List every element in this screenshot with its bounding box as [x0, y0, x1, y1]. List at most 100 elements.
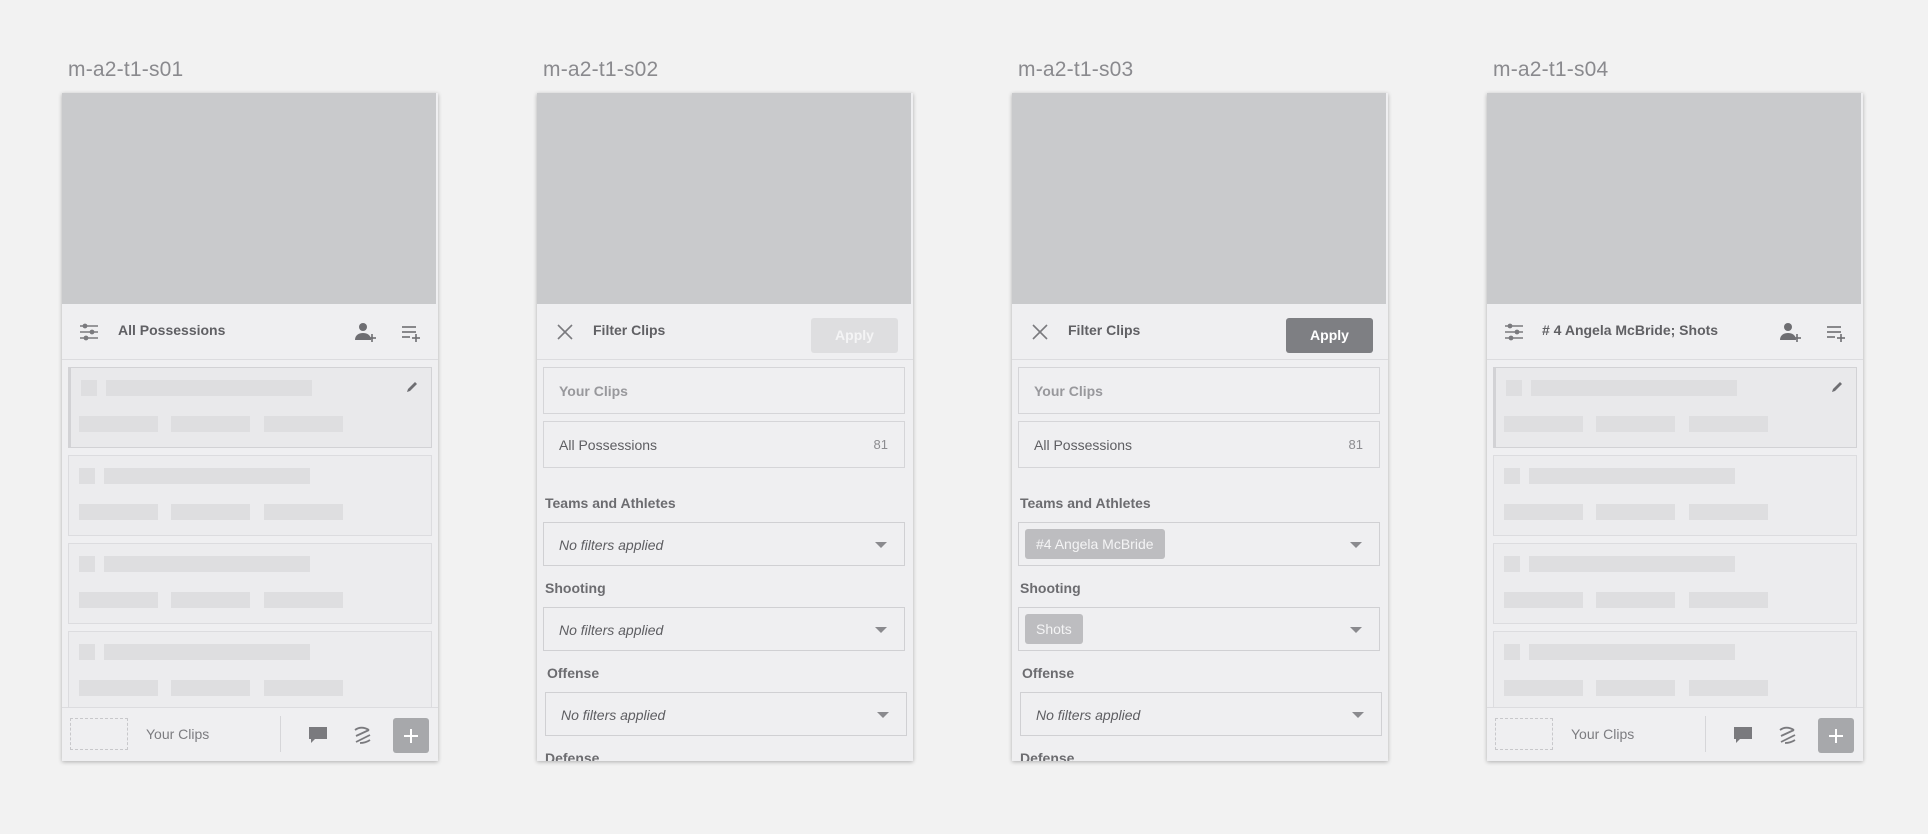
clip-title-placeholder	[104, 468, 310, 484]
playlist-add-icon[interactable]	[400, 321, 422, 343]
chevron-down-icon	[1350, 542, 1362, 548]
chevron-down-icon	[877, 712, 889, 718]
clip-checkbox[interactable]	[79, 644, 95, 660]
dropdown-value: No filters applied	[561, 707, 666, 723]
offense-dropdown[interactable]: No filters applied	[1020, 692, 1382, 736]
video-player[interactable]	[1012, 93, 1386, 304]
video-player[interactable]	[537, 93, 911, 304]
your-clips-label[interactable]: Your Clips	[146, 726, 209, 742]
offense-dropdown[interactable]: No filters applied	[545, 692, 907, 736]
add-button[interactable]	[1818, 718, 1854, 753]
bottom-bar: Your Clips	[62, 707, 438, 761]
screen-label: m-a2-t1-s04	[1493, 58, 1609, 81]
section-title: Defense	[1020, 750, 1075, 761]
clip-tag-placeholder	[1504, 416, 1583, 432]
pencil-icon[interactable]	[405, 380, 419, 394]
video-player[interactable]	[62, 93, 436, 304]
your-clips-label[interactable]: Your Clips	[1571, 726, 1634, 742]
screen-filter-empty: Filter Clips Apply Your Clips All Posses…	[537, 93, 913, 761]
plus-icon	[404, 729, 418, 743]
section-title: Shooting	[545, 580, 606, 596]
sliders-icon[interactable]	[1504, 322, 1524, 342]
close-icon[interactable]	[1030, 322, 1050, 342]
page-title: All Possessions	[118, 322, 226, 338]
clip-title-placeholder	[106, 380, 312, 396]
section-title: Offense	[547, 665, 600, 681]
list-header: # 4 Angela McBride; Shots	[1487, 304, 1863, 360]
video-player[interactable]	[1487, 93, 1861, 304]
clip-title-placeholder	[1531, 380, 1737, 396]
add-person-icon[interactable]	[1779, 321, 1801, 343]
scribble-icon[interactable]	[1777, 724, 1799, 746]
clip-card[interactable]	[68, 455, 432, 536]
clip-tag-placeholder	[171, 592, 250, 608]
teams-athletes-dropdown[interactable]: No filters applied	[543, 522, 905, 566]
clip-card[interactable]	[68, 631, 432, 712]
add-person-icon[interactable]	[354, 321, 376, 343]
clip-checkbox[interactable]	[79, 468, 95, 484]
clip-checkbox[interactable]	[79, 556, 95, 572]
section-title: Offense	[1022, 665, 1075, 681]
clip-thumbnail-placeholder[interactable]	[70, 718, 128, 750]
clip-checkbox[interactable]	[81, 380, 97, 396]
clip-tag-placeholder	[79, 680, 158, 696]
clip-checkbox[interactable]	[1506, 380, 1522, 396]
filter-chip[interactable]: Shots	[1025, 614, 1083, 644]
screen-filter-selected: Filter Clips Apply Your Clips All Posses…	[1012, 93, 1388, 761]
clip-thumbnail-placeholder[interactable]	[1495, 718, 1553, 750]
chevron-down-icon	[875, 627, 887, 633]
pencil-icon[interactable]	[1830, 380, 1844, 394]
plus-icon	[1829, 729, 1843, 743]
clip-tag-placeholder	[1596, 592, 1675, 608]
clip-card[interactable]	[1493, 455, 1857, 536]
clip-tag-placeholder	[1689, 416, 1768, 432]
filter-header: Filter Clips Apply	[1012, 304, 1388, 360]
playlist-add-icon[interactable]	[1825, 321, 1847, 343]
clip-checkbox[interactable]	[1504, 468, 1520, 484]
clip-tag-placeholder	[264, 416, 343, 432]
add-button[interactable]	[393, 718, 429, 753]
chevron-down-icon	[1350, 627, 1362, 633]
comment-icon[interactable]	[1732, 724, 1754, 746]
clip-tag-placeholder	[171, 416, 250, 432]
clip-card[interactable]	[1493, 543, 1857, 624]
clip-title-placeholder	[1529, 556, 1735, 572]
list-header: All Possessions	[62, 304, 438, 360]
section-title: Shooting	[1020, 580, 1081, 596]
possession-count: 81	[1348, 437, 1363, 452]
apply-button[interactable]: Apply	[811, 318, 898, 353]
clip-card[interactable]	[68, 543, 432, 624]
all-possessions-option[interactable]: All Possessions 81	[1018, 421, 1380, 468]
clip-title-placeholder	[1529, 644, 1735, 660]
your-clips-label: Your Clips	[559, 383, 628, 399]
screen-filtered-list: # 4 Angela McBride; Shots Your Clips	[1487, 93, 1863, 761]
clip-tag-placeholder	[1596, 680, 1675, 696]
clip-tag-placeholder	[79, 416, 158, 432]
clip-checkbox[interactable]	[1504, 644, 1520, 660]
close-icon[interactable]	[555, 322, 575, 342]
shooting-dropdown[interactable]: No filters applied	[543, 607, 905, 651]
clip-tag-placeholder	[1596, 504, 1675, 520]
dropdown-value: No filters applied	[559, 537, 664, 553]
filter-chip[interactable]: #4 Angela McBride	[1025, 529, 1165, 559]
clip-tag-placeholder	[264, 504, 343, 520]
your-clips-label: Your Clips	[1034, 383, 1103, 399]
clip-tag-placeholder	[1596, 416, 1675, 432]
chevron-down-icon	[1352, 712, 1364, 718]
clip-card[interactable]	[1493, 367, 1857, 448]
your-clips-option[interactable]: Your Clips	[1018, 367, 1380, 414]
clip-card[interactable]	[68, 367, 432, 448]
clip-checkbox[interactable]	[1504, 556, 1520, 572]
apply-button[interactable]: Apply	[1286, 318, 1373, 353]
all-possessions-option[interactable]: All Possessions 81	[543, 421, 905, 468]
page-title: Filter Clips	[593, 322, 666, 338]
clip-title-placeholder	[1529, 468, 1735, 484]
dropdown-value: No filters applied	[559, 622, 664, 638]
clip-card[interactable]	[1493, 631, 1857, 712]
teams-athletes-dropdown[interactable]: #4 Angela McBride	[1018, 522, 1380, 566]
scribble-icon[interactable]	[352, 724, 374, 746]
sliders-icon[interactable]	[79, 322, 99, 342]
comment-icon[interactable]	[307, 724, 329, 746]
your-clips-option[interactable]: Your Clips	[543, 367, 905, 414]
shooting-dropdown[interactable]: Shots	[1018, 607, 1380, 651]
